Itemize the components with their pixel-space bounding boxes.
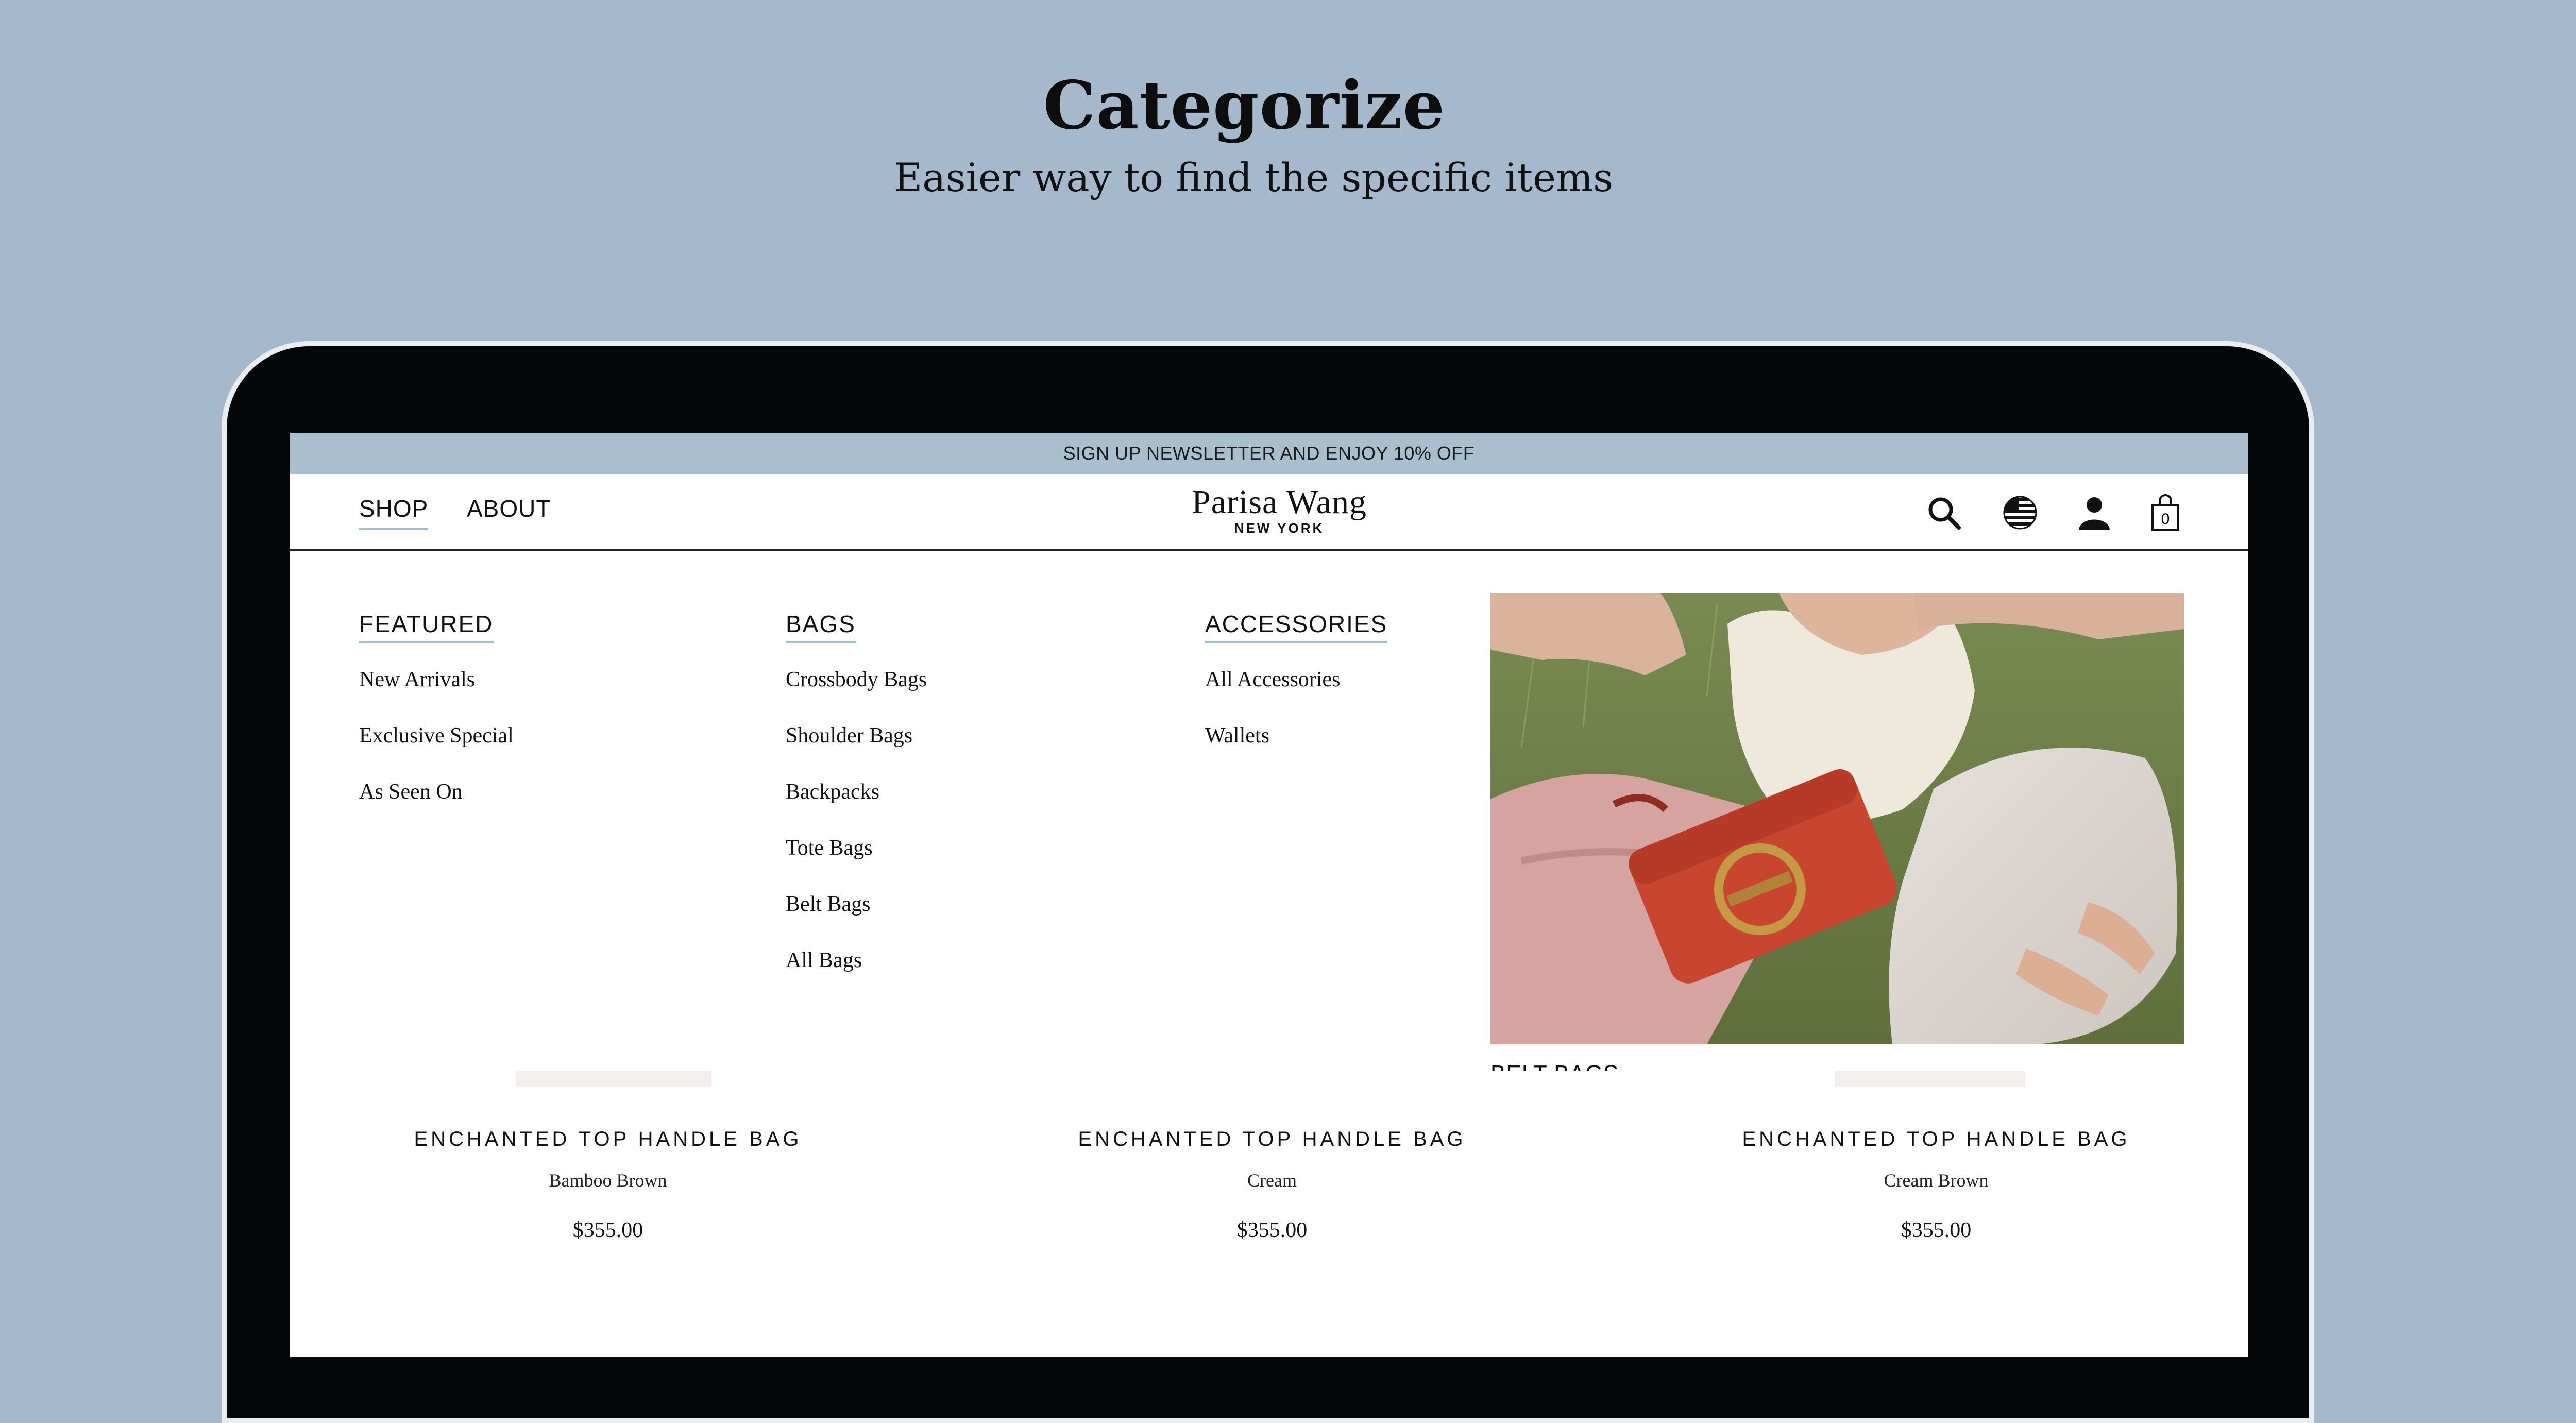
menu-item-all-accessories[interactable]: All Accessories [1205, 659, 1387, 715]
product-title[interactable]: ENCHANTED TOP HANDLE BAG [1679, 1128, 2194, 1151]
menu-heading-featured[interactable]: FEATURED [359, 610, 494, 643]
menu-item-belt-bags[interactable]: Belt Bags [786, 884, 927, 940]
promo-bar[interactable]: SIGN UP NEWSLETTER AND ENJOY 10% OFF [290, 433, 2248, 474]
product-title[interactable]: ENCHANTED TOP HANDLE BAG [350, 1128, 866, 1151]
product-thumbnail[interactable] [516, 1071, 711, 1087]
nav-about[interactable]: ABOUT [467, 495, 551, 522]
product-card[interactable]: ENCHANTED TOP HANDLE BAG Cream $355.00 [1014, 1128, 1530, 1243]
logo[interactable]: Parisa Wang NEW YORK [1171, 484, 1387, 536]
menu-item-crossbody-bags[interactable]: Crossbody Bags [786, 659, 927, 715]
product-price: $355.00 [1901, 1218, 1972, 1242]
product-title[interactable]: ENCHANTED TOP HANDLE BAG [1014, 1128, 1530, 1151]
product-color: Cream Brown [1884, 1170, 1989, 1191]
hero-subtitle: Easier way to find the specific items [893, 155, 1614, 200]
product-grid: ENCHANTED TOP HANDLE BAG Bamboo Brown $3… [290, 1071, 2248, 1357]
flag-icon[interactable] [1999, 492, 2041, 533]
website-screen: SIGN UP NEWSLETTER AND ENJOY 10% OFF SHO… [290, 433, 2248, 1357]
belt-bag-promo-image[interactable] [1490, 593, 2184, 1044]
menu-column-featured: FEATURED New Arrivals Exclusive Special … [359, 610, 514, 827]
product-thumbnail[interactable] [1835, 1071, 2025, 1087]
cart-count: 0 [2161, 511, 2170, 528]
menu-item-as-seen-on[interactable]: As Seen On [359, 771, 514, 827]
menu-item-tote-bags[interactable]: Tote Bags [786, 827, 927, 884]
menu-item-shoulder-bags[interactable]: Shoulder Bags [786, 715, 927, 771]
menu-item-wallets[interactable]: Wallets [1205, 715, 1387, 771]
logo-subtitle: NEW YORK [1234, 520, 1325, 536]
shopping-bag-icon[interactable]: 0 [2145, 492, 2186, 533]
menu-item-exclusive-special[interactable]: Exclusive Special [359, 715, 514, 771]
menu-column-accessories: ACCESSORIES All Accessories Wallets [1205, 610, 1388, 771]
menu-item-all-bags[interactable]: All Bags [786, 940, 927, 996]
menu-item-backpacks[interactable]: Backpacks [786, 771, 927, 827]
mega-menu: FEATURED New Arrivals Exclusive Special … [290, 551, 2248, 1086]
search-icon[interactable] [1923, 492, 1964, 533]
logo-name: Parisa Wang [1192, 483, 1367, 521]
menu-heading-accessories[interactable]: ACCESSORIES [1205, 610, 1388, 643]
product-card[interactable]: ENCHANTED TOP HANDLE BAG Bamboo Brown $3… [350, 1128, 866, 1243]
promo-text: SIGN UP NEWSLETTER AND ENJOY 10% OFF [1063, 443, 1475, 464]
product-color: Cream [1247, 1170, 1297, 1191]
hero-title: Categorize [1043, 67, 1446, 144]
product-card[interactable]: ENCHANTED TOP HANDLE BAG Cream Brown $35… [1679, 1128, 2194, 1243]
product-color: Bamboo Brown [549, 1170, 667, 1191]
menu-heading-bags[interactable]: BAGS [786, 610, 856, 643]
account-icon[interactable] [2074, 492, 2115, 533]
nav-shop[interactable]: SHOP [359, 495, 429, 530]
product-price: $355.00 [572, 1218, 643, 1242]
site-header: SHOP ABOUT Parisa Wang NEW YORK 0 [290, 474, 2248, 551]
product-price: $355.00 [1236, 1218, 1308, 1242]
menu-column-bags: BAGS Crossbody Bags Shoulder Bags Backpa… [786, 610, 927, 996]
menu-item-new-arrivals[interactable]: New Arrivals [359, 659, 514, 715]
